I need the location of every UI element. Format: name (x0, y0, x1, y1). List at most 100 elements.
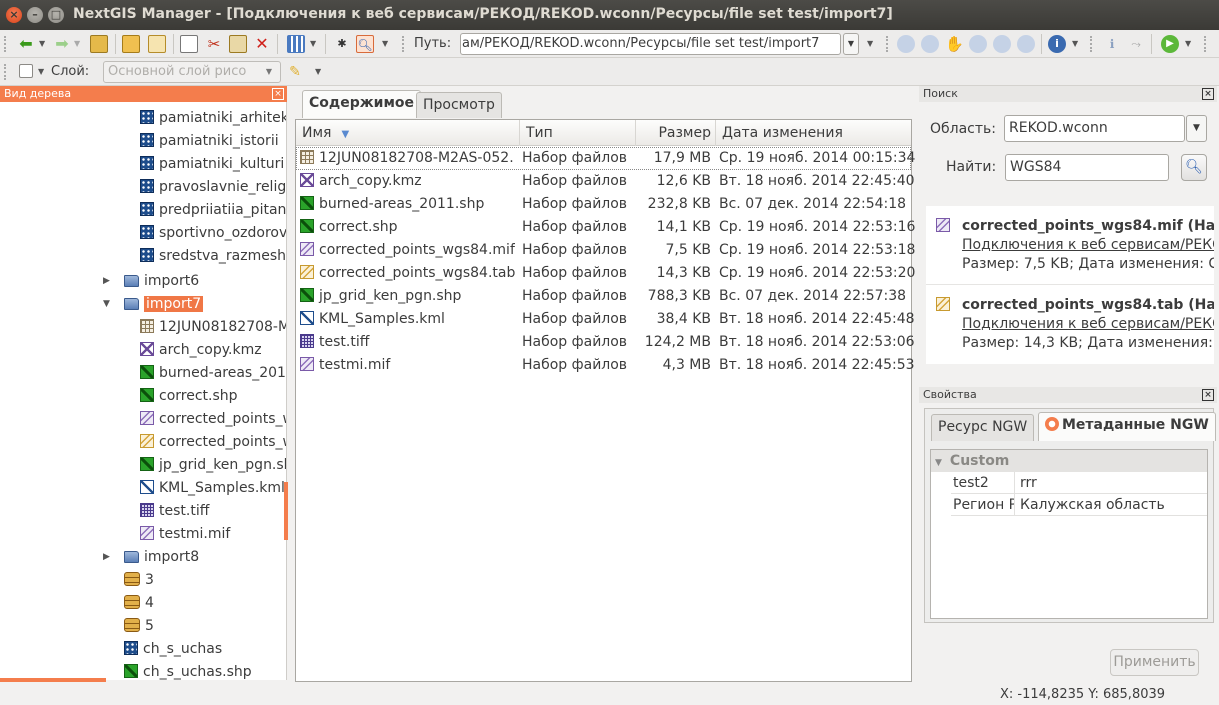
zoom-in-icon[interactable] (897, 35, 915, 53)
result-link[interactable]: Подключения к веб сервисам/РЕКОД (962, 316, 1214, 332)
table-row[interactable]: correct.shp Набор файлов 14,1 KB Ср. 19 ноя… (296, 216, 915, 239)
tree-item[interactable]: 5 (124, 615, 154, 637)
collapse-arrow-icon[interactable]: ▼ (935, 458, 942, 468)
search-results[interactable]: corrected_points_wgs84.mif (Набор Подклю… (926, 206, 1214, 364)
layer-select[interactable]: Основной слой рисо ▼ (103, 61, 281, 83)
settings-gear-icon[interactable]: ✱ (333, 35, 351, 53)
file-list[interactable]: Имя ▼ Тип Размер Дата изменения 12JUN0818… (295, 119, 915, 682)
properties-icon[interactable] (148, 35, 166, 53)
tab-preview[interactable]: Просмотр (416, 92, 502, 118)
previous-extent-icon[interactable] (993, 35, 1011, 53)
expand-arrow-icon[interactable]: ▶ (103, 552, 110, 562)
tree-item[interactable]: predpriiatiia_pitan (140, 199, 286, 221)
tree-horizontal-scrollbar[interactable] (0, 678, 106, 682)
tree-item[interactable]: pamiatniki_istorii (140, 130, 279, 152)
info-icon[interactable]: i (1048, 35, 1066, 53)
tree-item[interactable]: pravoslavnie_religi (140, 176, 286, 198)
apply-button[interactable]: Применить (1110, 649, 1199, 676)
tab-ngw-resource[interactable]: Ресурс NGW (931, 414, 1035, 441)
paste-icon[interactable] (229, 35, 247, 53)
chevron-down-icon[interactable]: ▼ (74, 39, 80, 48)
toolbar-grip[interactable] (402, 36, 405, 52)
search-result-item[interactable]: corrected_points_wgs84.mif (Набор Подклю… (926, 206, 1214, 284)
tree-item[interactable]: sportivno_ozdorov (140, 222, 286, 244)
table-row[interactable]: burned-areas_2011.shp Набор файлов 232,8 K… (296, 193, 911, 216)
metadata-value[interactable]: rrr (1020, 472, 1037, 494)
tree-item[interactable]: correct.shp (140, 385, 238, 407)
pan-hand-icon[interactable]: ✋ (945, 35, 964, 53)
area-select[interactable]: REKOD.wconn (1004, 115, 1185, 142)
close-icon[interactable]: × (272, 88, 284, 100)
new-folder-icon[interactable] (122, 35, 140, 53)
tree-item[interactable]: arch_copy.kmz (140, 339, 262, 361)
close-icon[interactable]: × (1202, 389, 1214, 401)
tree-item[interactable]: jp_grid_ken_pgn.sh (140, 454, 286, 476)
column-header-date[interactable]: Дата изменения (716, 120, 911, 146)
chevron-down-icon[interactable]: ▼ (38, 67, 44, 76)
layer-checkbox[interactable] (19, 64, 33, 78)
next-extent-icon[interactable] (1017, 35, 1035, 53)
toolbar-grip[interactable] (1204, 36, 1207, 52)
table-row[interactable]: corrected_points_wgs84.tab Набор файлов 14… (296, 262, 915, 285)
tree-item[interactable]: pamiatniki_kulturi (140, 153, 284, 175)
tree-vertical-scrollbar[interactable] (284, 482, 288, 540)
measure-icon[interactable]: ⤳ (1127, 35, 1145, 53)
folder-up-icon[interactable] (90, 35, 108, 53)
tree-item[interactable]: corrected_points_w (140, 431, 286, 453)
table-row[interactable]: testmi.mif Набор файлов 4,3 MB Вт. 18 нояб.… (296, 354, 915, 377)
table-row[interactable]: test.tiff Набор файлов 124,2 MB Вт. 18 нояб… (296, 331, 915, 354)
tab-ngw-metadata[interactable]: Метаданные NGW (1038, 412, 1216, 441)
search-result-item[interactable]: corrected_points_wgs84.tab (Набор Подклю… (926, 285, 1214, 363)
column-header-size[interactable]: Размер (636, 120, 716, 146)
toolbar-grip[interactable] (886, 36, 889, 52)
toolbar-grip[interactable] (1090, 36, 1093, 52)
metadata-tree[interactable]: ▼ Custom test2 rrr Регион Р Калужская облас… (930, 449, 1208, 619)
chevron-down-icon[interactable]: ▼ (1072, 39, 1078, 48)
chevron-down-icon[interactable]: ▼ (315, 67, 321, 76)
chevron-down-icon[interactable]: ▼ (310, 39, 316, 48)
view-mode-icon[interactable] (287, 35, 305, 53)
tree-item[interactable]: ch_s_uchas.shp (124, 661, 252, 680)
collapse-arrow-icon[interactable]: ▼ (103, 299, 110, 309)
metadata-row[interactable]: test2 rrr (951, 472, 1207, 494)
close-window-button[interactable]: × (6, 7, 22, 23)
path-input[interactable]: ам/РЕКОД/REKOD.wconn/Ресурсы/file set te… (460, 33, 841, 55)
find-input[interactable]: WGS84 (1005, 154, 1169, 181)
table-row[interactable]: KML_Samples.kml Набор файлов 38,4 KB Вт. 18… (296, 308, 915, 331)
tree-item[interactable]: burned-areas_2011 (140, 362, 286, 384)
column-header-type[interactable]: Тип (520, 120, 636, 146)
column-header-name[interactable]: Имя ▼ (296, 120, 520, 146)
metadata-row[interactable]: Регион Р Калужская область (951, 494, 1207, 516)
zoom-out-icon[interactable] (921, 35, 939, 53)
table-row[interactable]: jp_grid_ken_pgn.shp Набор файлов 788,3 KB В… (296, 285, 911, 308)
play-icon[interactable]: ▶ (1161, 35, 1179, 53)
tab-contents[interactable]: Содержимое (302, 90, 422, 118)
tree-item[interactable]: pamiatniki_arhitek (140, 107, 286, 129)
toolbar-grip[interactable] (4, 36, 7, 52)
maximize-window-button[interactable]: □ (48, 7, 64, 23)
tree-item-import6[interactable]: import6 (124, 270, 199, 292)
tree-view[interactable]: pamiatniki_arhitek pamiatniki_istorii pa… (0, 102, 287, 680)
search-icon[interactable]: 🔍︎ (356, 35, 374, 53)
full-extent-icon[interactable] (969, 35, 987, 53)
tree-item[interactable]: ch_s_uchas (124, 638, 222, 660)
search-button[interactable]: 🔍︎ (1181, 154, 1207, 181)
toolbar-grip[interactable] (4, 64, 7, 80)
tree-item[interactable]: 12JUN08182708-M2 (140, 316, 286, 338)
area-dropdown-button[interactable]: ▼ (1186, 115, 1207, 142)
minimize-window-button[interactable]: – (27, 7, 43, 23)
tree-item[interactable]: KML_Samples.kml (140, 477, 285, 499)
tree-item[interactable]: corrected_points_w (140, 408, 286, 430)
tree-item-import7[interactable]: import7 (124, 293, 204, 315)
chevron-down-icon[interactable]: ▼ (1185, 39, 1191, 48)
metadata-group[interactable]: ▼ Custom (931, 450, 1207, 472)
identify-icon[interactable]: ℹ (1103, 35, 1121, 53)
metadata-value[interactable]: Калужская область (1020, 494, 1165, 516)
close-icon[interactable]: × (1202, 88, 1214, 100)
tree-item[interactable]: testmi.mif (140, 523, 230, 545)
path-dropdown-button[interactable]: ▼ (843, 33, 859, 55)
edit-pencil-icon[interactable]: ✎ (286, 63, 304, 81)
back-arrow-icon[interactable]: ⬅ (17, 35, 35, 53)
tree-item[interactable]: 4 (124, 592, 154, 614)
expand-arrow-icon[interactable]: ▶ (103, 276, 110, 286)
